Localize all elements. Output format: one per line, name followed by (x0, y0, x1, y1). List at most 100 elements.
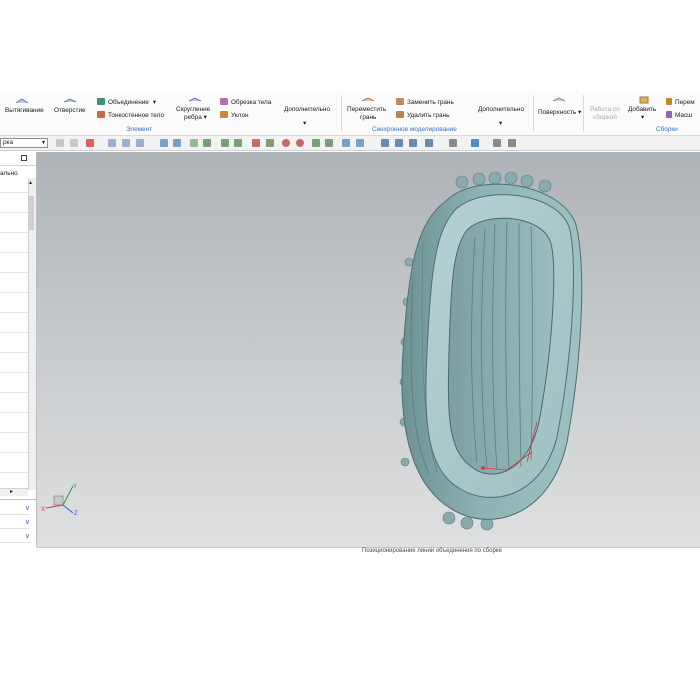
move-component-icon (666, 98, 672, 105)
trim-body-label: Обрезка тела (231, 99, 272, 106)
view-icon[interactable] (409, 139, 417, 147)
list-item[interactable] (0, 192, 28, 193)
svg-text:X: X (41, 507, 45, 513)
snap-icon[interactable] (325, 139, 333, 147)
snap-icon[interactable] (266, 139, 274, 147)
thin-body-button[interactable]: Тонкостенное тело (97, 111, 164, 120)
snap-icon[interactable] (296, 139, 304, 147)
3d-model[interactable] (37, 152, 700, 547)
list-item[interactable] (0, 292, 28, 293)
dependencies-section[interactable]: ∨ (0, 517, 30, 529)
list-item[interactable] (0, 452, 28, 453)
scale-label: Масш (675, 112, 693, 119)
chevron-down-icon: ▾ (641, 114, 645, 121)
move-component-button[interactable]: Перем (666, 98, 695, 107)
list-item[interactable] (0, 332, 28, 333)
view-icon[interactable] (449, 139, 457, 147)
hole-label: Отверстие (54, 107, 86, 114)
view-icon[interactable] (395, 139, 403, 147)
replace-face-icon (396, 98, 404, 105)
triad-icon: Y X Z (41, 484, 78, 516)
chevron-down-icon: ▾ (41, 140, 45, 146)
draft-label: Уклон (231, 112, 249, 119)
list-item[interactable] (0, 312, 28, 313)
list-item[interactable] (0, 352, 28, 353)
unite-button[interactable]: Объединение ▾ (97, 98, 156, 107)
trim-body-button[interactable]: Обрезка тела (220, 98, 271, 107)
list-item[interactable] (0, 472, 28, 473)
move-face-label-1: Переместить (347, 106, 387, 113)
work-assembly-label-1: Работа со (590, 106, 620, 113)
select-icon[interactable] (136, 139, 144, 147)
scale-button[interactable]: Масш (666, 111, 692, 120)
snap-icon[interactable] (282, 139, 290, 147)
snap-icon[interactable] (203, 139, 211, 147)
expand-icon[interactable]: ∨ (25, 518, 30, 526)
extrude-label: Вытягивание (5, 107, 44, 114)
snap-icon[interactable] (342, 139, 350, 147)
view-icon[interactable] (493, 139, 501, 147)
maximize-icon[interactable] (21, 155, 27, 161)
list-item[interactable] (0, 392, 28, 393)
list-item[interactable] (0, 372, 28, 373)
view-icon[interactable] (471, 139, 479, 147)
expand-icon[interactable]: ∨ (25, 532, 30, 540)
move-face-icon (361, 97, 375, 102)
snap-icon[interactable] (221, 139, 229, 147)
unite-label: Объединение (108, 99, 149, 106)
list-item[interactable] (0, 252, 28, 253)
panel-hscrollbar[interactable] (0, 488, 28, 496)
preview-section[interactable]: ∨ (0, 531, 30, 543)
panel-divider (0, 165, 36, 166)
view-icon[interactable] (508, 139, 516, 147)
filter-icon[interactable] (56, 139, 64, 147)
trim-body-icon (220, 98, 228, 105)
select-icon[interactable] (122, 139, 130, 147)
chevron-down-icon: ▾ (152, 99, 157, 106)
delete-face-label: Удалить грань (407, 112, 450, 119)
scroll-right-icon[interactable]: ▸ (10, 488, 13, 495)
draft-button[interactable]: Уклон (220, 111, 249, 120)
list-item[interactable] (0, 432, 28, 433)
snap-icon[interactable] (190, 139, 198, 147)
edge-round-icon (188, 97, 202, 102)
add-icon (639, 96, 649, 104)
scroll-up-icon[interactable]: ▴ (29, 179, 32, 186)
chevron-down-icon: ▾ (303, 120, 307, 127)
type-filter-select[interactable]: рка ▾ (0, 138, 48, 148)
snap-icon[interactable] (252, 139, 260, 147)
filter-icon[interactable] (70, 139, 78, 147)
list-item[interactable] (0, 272, 28, 273)
expand-icon[interactable]: ∨ (25, 504, 30, 512)
delete-face-button[interactable]: Удалить грань (396, 111, 449, 120)
snap-icon[interactable] (234, 139, 242, 147)
chevron-down-icon: ▾ (499, 120, 503, 127)
thin-body-icon (97, 111, 105, 118)
sync-group-label: Синхронное моделирование (372, 126, 457, 133)
draft-icon (220, 111, 228, 118)
move-face-label-2: грань (360, 114, 377, 121)
unite-icon (97, 98, 105, 105)
select-icon[interactable] (86, 139, 94, 147)
element-group-label: Элемент (126, 126, 153, 133)
view-icon[interactable] (160, 139, 168, 147)
view-icon[interactable] (173, 139, 181, 147)
replace-face-button[interactable]: Заменить грань (396, 98, 454, 107)
view-icon[interactable] (425, 139, 433, 147)
edge-round-label-1: Скругление (176, 106, 211, 113)
select-icon[interactable] (108, 139, 116, 147)
add-label: Добавить (628, 106, 657, 113)
list-item[interactable] (0, 412, 28, 413)
snap-icon[interactable] (312, 139, 320, 147)
scroll-thumb[interactable] (29, 196, 34, 230)
surface-icon (552, 97, 566, 102)
extrude-icon (15, 98, 29, 104)
details-section[interactable]: ∨ (0, 503, 30, 515)
view-icon[interactable] (381, 139, 389, 147)
list-item[interactable] (0, 212, 28, 213)
list-item[interactable] (0, 232, 28, 233)
scale-icon (666, 111, 672, 118)
delete-face-icon (396, 111, 404, 118)
snap-icon[interactable] (356, 139, 364, 147)
group-divider (341, 95, 342, 132)
